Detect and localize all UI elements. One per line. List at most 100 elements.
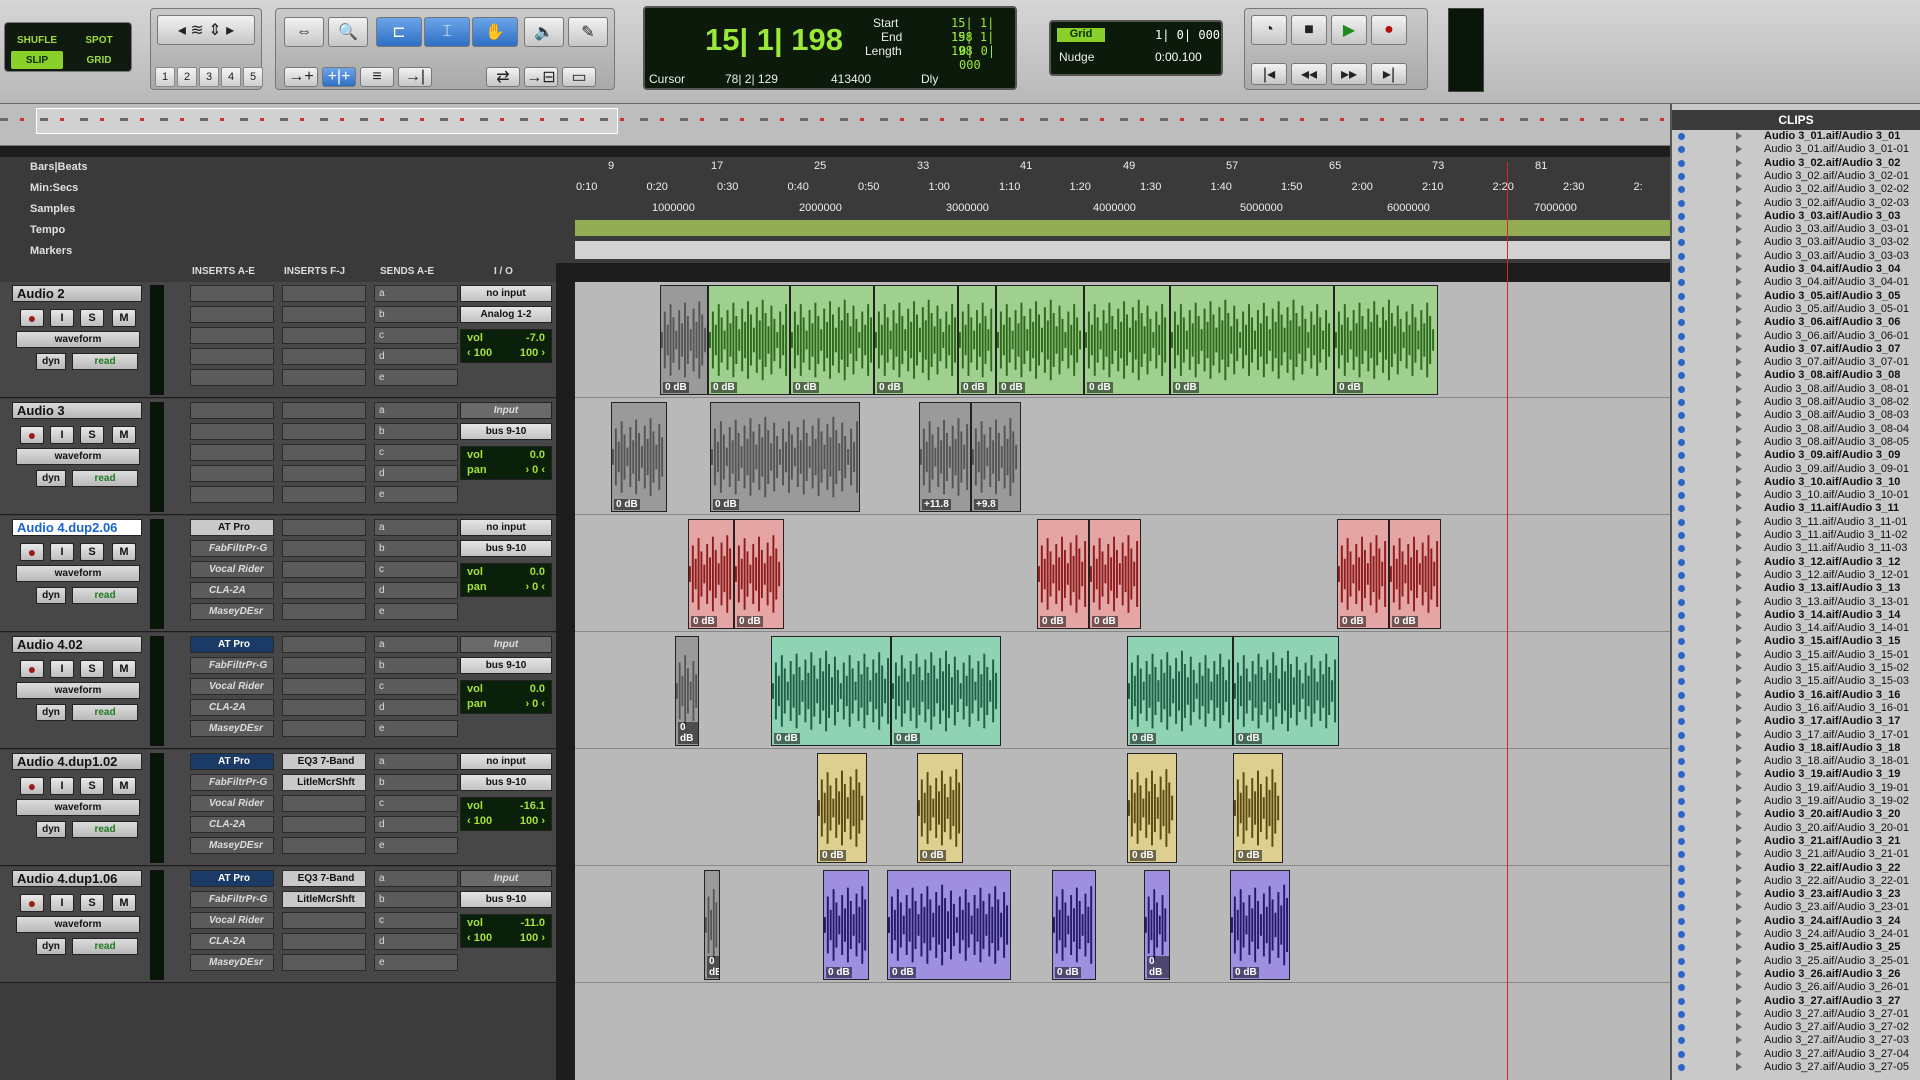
disclosure-icon[interactable]: [1736, 637, 1742, 646]
disclosure-icon[interactable]: [1736, 1063, 1742, 1071]
disclosure-icon[interactable]: [1736, 903, 1742, 912]
record-enable-button[interactable]: ●: [20, 894, 44, 912]
insert-slot-fj[interactable]: [282, 954, 366, 971]
zoom-buttons[interactable]: ◂ ≋ ⇕ ▸: [157, 15, 255, 45]
audio-clip[interactable]: 0 dB: [1170, 285, 1334, 395]
disclosure-icon[interactable]: [1736, 717, 1742, 726]
insert-slot[interactable]: FabFiltrPr-G: [190, 774, 274, 791]
clip-list-item[interactable]: Audio 3_21.aif/Audio 3_21: [1676, 835, 1920, 848]
disclosure-icon[interactable]: [1736, 291, 1742, 300]
marker-track[interactable]: [575, 241, 1670, 259]
disclosure-icon[interactable]: [1736, 850, 1742, 859]
disclosure-icon[interactable]: [1736, 584, 1742, 593]
insert-slot-fj[interactable]: [282, 561, 366, 578]
audio-clip[interactable]: 0 dB: [1127, 636, 1233, 746]
clip-list-item[interactable]: Audio 3_13.aif/Audio 3_13: [1676, 582, 1920, 595]
solo-button[interactable]: S: [80, 660, 104, 678]
disclosure-icon[interactable]: [1736, 650, 1742, 659]
send-slot[interactable]: e: [374, 486, 458, 503]
insert-slot[interactable]: [190, 465, 274, 482]
clip-list-item[interactable]: Audio 3_11.aif/Audio 3_11-02: [1676, 529, 1920, 542]
dyn-button[interactable]: dyn: [36, 704, 66, 721]
clip-gain-label[interactable]: 0 dB: [793, 382, 819, 393]
input-monitor-button[interactable]: I: [50, 660, 74, 678]
input-selector[interactable]: no input: [460, 753, 552, 770]
automation-mode[interactable]: read: [72, 587, 138, 604]
disclosure-icon[interactable]: [1736, 132, 1742, 140]
grid-mode-button[interactable]: GRID: [73, 51, 125, 69]
mirror-midi[interactable]: ⇄: [486, 67, 520, 87]
insert-slot-fj[interactable]: [282, 465, 366, 482]
volume-pan-display[interactable]: vol -16.1 ‹ 100 100 ›: [460, 797, 552, 831]
clip-list-item[interactable]: Audio 3_08.aif/Audio 3_08-05: [1676, 436, 1920, 449]
insert-slot-fj[interactable]: [282, 582, 366, 599]
audio-clip[interactable]: 0 dB: [1084, 285, 1170, 395]
clip-list-item[interactable]: Audio 3_26.aif/Audio 3_26: [1676, 968, 1920, 981]
automation-mode[interactable]: read: [72, 938, 138, 955]
disclosure-icon[interactable]: [1736, 810, 1742, 819]
insert-slot-fj[interactable]: [282, 912, 366, 929]
track-view-selector[interactable]: waveform: [16, 799, 140, 816]
tab-to-transient[interactable]: →+: [284, 67, 318, 87]
audio-clip[interactable]: 0 dB: [1233, 753, 1283, 863]
length-value[interactable]: 0| 0| 000: [959, 44, 1015, 72]
pencil-tool[interactable]: ✎: [568, 17, 608, 47]
insert-slot-fj[interactable]: [282, 699, 366, 716]
zoom-preset-5[interactable]: 5: [243, 67, 263, 87]
track-view-selector[interactable]: waveform: [16, 916, 140, 933]
clip-list-item[interactable]: Audio 3_06.aif/Audio 3_06: [1676, 316, 1920, 329]
insert-slot-fj[interactable]: [282, 285, 366, 302]
insert-slot-fj[interactable]: [282, 795, 366, 812]
clip-gain-label[interactable]: 0 dB: [961, 382, 987, 393]
insert-slot[interactable]: [190, 348, 274, 365]
send-slot[interactable]: c: [374, 678, 458, 695]
insert-slot[interactable]: [190, 327, 274, 344]
magnify-tool[interactable]: 🔍: [328, 17, 368, 47]
clip-list-item[interactable]: Audio 3_02.aif/Audio 3_02-03: [1676, 197, 1920, 210]
audio-clip[interactable]: 0 dB: [1230, 870, 1290, 980]
track-name[interactable]: Audio 4.dup2.06: [12, 519, 142, 536]
insert-slot[interactable]: CLA-2A: [190, 933, 274, 950]
send-slot[interactable]: c: [374, 795, 458, 812]
clip-list-item[interactable]: Audio 3_25.aif/Audio 3_25-01: [1676, 955, 1920, 968]
disclosure-icon[interactable]: [1736, 863, 1742, 872]
overview-viewport[interactable]: [36, 108, 618, 134]
send-slot[interactable]: d: [374, 465, 458, 482]
clip-list-item[interactable]: Audio 3_02.aif/Audio 3_02: [1676, 157, 1920, 170]
trim-tool[interactable]: ⊏: [376, 17, 422, 47]
go-to-end[interactable]: ▸|: [1371, 63, 1407, 85]
clip-list-item[interactable]: Audio 3_15.aif/Audio 3_15-02: [1676, 662, 1920, 675]
record-enable-button[interactable]: ●: [20, 426, 44, 444]
clip-gain-label[interactable]: 0 dB: [663, 382, 689, 393]
disclosure-icon[interactable]: [1736, 557, 1742, 566]
clip-list-item[interactable]: Audio 3_04.aif/Audio 3_04: [1676, 263, 1920, 276]
slip-mode-button[interactable]: SLIP: [11, 51, 63, 69]
send-slot[interactable]: c: [374, 561, 458, 578]
track-name[interactable]: Audio 4.dup1.06: [12, 870, 142, 887]
clip-gain-label[interactable]: 0 dB: [1236, 850, 1262, 861]
clip-gain-label[interactable]: 0 dB: [1092, 616, 1118, 627]
send-slot[interactable]: e: [374, 954, 458, 971]
disclosure-icon[interactable]: [1736, 437, 1742, 446]
input-monitor-button[interactable]: I: [50, 543, 74, 561]
insert-slot-fj[interactable]: [282, 603, 366, 620]
scrubber-tool[interactable]: 🔈: [524, 17, 564, 47]
audio-clip[interactable]: 0 dB: [710, 402, 860, 512]
disclosure-icon[interactable]: [1736, 318, 1742, 327]
insert-slot[interactable]: FabFiltrPr-G: [190, 540, 274, 557]
clip-gain-label[interactable]: 0 dB: [826, 967, 852, 978]
disclosure-icon[interactable]: [1736, 251, 1742, 260]
automation-mode[interactable]: read: [72, 470, 138, 487]
clip-gain-label[interactable]: 0 dB: [713, 499, 739, 510]
insert-slot-fj[interactable]: [282, 444, 366, 461]
clip-gain-label[interactable]: +9.8: [974, 499, 998, 510]
clip-list-item[interactable]: Audio 3_08.aif/Audio 3_08-03: [1676, 409, 1920, 422]
clip-gain-label[interactable]: 0 dB: [894, 733, 920, 744]
output-selector[interactable]: bus 9-10: [460, 657, 552, 674]
clip-gain-label[interactable]: 0 dB: [920, 850, 946, 861]
clip-list-item[interactable]: Audio 3_15.aif/Audio 3_15-03: [1676, 675, 1920, 688]
volume-pan-display[interactable]: vol 0.0 pan › 0 ‹: [460, 446, 552, 480]
disclosure-icon[interactable]: [1736, 265, 1742, 273]
disclosure-icon[interactable]: [1736, 916, 1742, 925]
track-header[interactable]: Audio 4.dup1.06 ● I S Mwaveform dyn read AT Pro…: [0, 867, 556, 983]
